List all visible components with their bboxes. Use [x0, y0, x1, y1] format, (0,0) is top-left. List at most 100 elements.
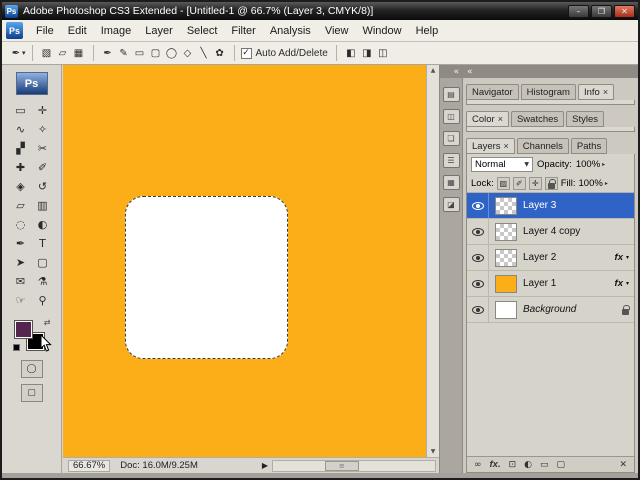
adjustment-layer-icon[interactable]: ◐ [524, 460, 532, 470]
quick-selection-tool[interactable]: ✧ [32, 120, 54, 139]
eyedropper-tool[interactable]: ⚗ [32, 272, 54, 291]
menu-layer[interactable]: Layer [138, 20, 180, 41]
layer-thumbnail[interactable] [495, 248, 517, 267]
menu-filter[interactable]: Filter [224, 20, 262, 41]
minimize-button[interactable]: – [568, 4, 589, 18]
layer-row-background[interactable]: Background [467, 297, 634, 323]
paths-button[interactable]: ▱ [55, 45, 71, 61]
spinner-arrow-icon[interactable]: ▸ [605, 180, 608, 187]
visibility-toggle[interactable] [467, 297, 489, 322]
layer-thumbnail[interactable] [495, 222, 517, 241]
scroll-down-icon[interactable]: ▼ [431, 448, 436, 455]
status-menu-arrow-icon[interactable]: ▶ [262, 461, 268, 470]
notes-tool[interactable]: ✉ [10, 272, 32, 291]
lasso-tool[interactable]: ∿ [10, 120, 32, 139]
dock-panel-icon[interactable]: ▦ [442, 175, 460, 190]
add-to-shape-button[interactable]: ◧ [343, 45, 359, 61]
menu-image[interactable]: Image [94, 20, 139, 41]
vertical-scrollbar[interactable]: ▲ ▼ [426, 65, 439, 457]
visibility-toggle[interactable] [467, 245, 489, 270]
tab-layers[interactable]: Layers × [466, 138, 515, 154]
chevron-down-icon[interactable]: ▾ [626, 254, 629, 261]
chevron-down-icon[interactable]: ▾ [626, 280, 629, 287]
new-group-icon[interactable]: ▭ [540, 460, 549, 470]
clone-stamp-tool[interactable]: ◈ [10, 177, 32, 196]
blend-mode-select[interactable]: Normal ▼ [471, 157, 533, 172]
menu-analysis[interactable]: Analysis [263, 20, 318, 41]
lock-transparency-icon[interactable]: ▨ [496, 177, 510, 190]
layer-row-layer-1[interactable]: Layer 1 fx ▾ [467, 271, 634, 297]
gradient-tool[interactable]: ▥ [32, 196, 54, 215]
healing-brush-tool[interactable]: ✚ [10, 158, 32, 177]
add-layer-mask-icon[interactable]: ⊡ [509, 460, 517, 470]
selection-rounded-rect[interactable] [125, 196, 288, 359]
layer-thumbnail[interactable] [495, 300, 517, 319]
menu-edit[interactable]: Edit [61, 20, 94, 41]
menu-window[interactable]: Window [355, 20, 408, 41]
rounded-rectangle-shape-button[interactable]: ▢ [148, 45, 164, 61]
eraser-tool[interactable]: ▱ [10, 196, 32, 215]
history-brush-tool[interactable]: ↺ [32, 177, 54, 196]
tab-styles[interactable]: Styles [566, 111, 605, 127]
dodge-tool[interactable]: ◐ [32, 215, 54, 234]
chevron-down-icon[interactable]: ▾ [22, 49, 26, 57]
fill-pixels-button[interactable]: ▦ [71, 45, 87, 61]
new-layer-icon[interactable]: ▢ [557, 460, 566, 470]
visibility-toggle[interactable] [467, 271, 489, 296]
path-selection-tool[interactable]: ➤ [10, 253, 32, 272]
pen-tool-button[interactable]: ✒ [100, 45, 116, 61]
custom-shape-button[interactable]: ✿ [212, 45, 228, 61]
dock-panel-icon[interactable]: ◫ [442, 109, 460, 124]
lock-position-icon[interactable]: ✛ [528, 177, 542, 190]
default-colors-icon[interactable] [12, 344, 20, 351]
horizontal-scrollbar[interactable]: ≡ [272, 459, 436, 472]
quick-mask-button[interactable]: ◯ [20, 360, 43, 378]
hand-tool[interactable]: ☞ [10, 291, 32, 310]
opacity-input[interactable]: 100% ▸ [576, 159, 605, 170]
close-icon[interactable]: × [603, 87, 608, 97]
spinner-arrow-icon[interactable]: ▸ [602, 161, 605, 168]
menu-view[interactable]: View [318, 20, 356, 41]
move-tool[interactable]: ✛ [32, 101, 54, 120]
dock-panel-icon[interactable]: ☰ [442, 153, 460, 168]
menu-help[interactable]: Help [409, 20, 446, 41]
pen-tool[interactable]: ✒ [10, 234, 32, 253]
layer-row-layer-3[interactable]: Layer 3 [467, 193, 634, 219]
foreground-color-swatch[interactable] [13, 320, 33, 339]
tab-navigator[interactable]: Navigator [466, 84, 519, 100]
close-icon[interactable]: × [498, 114, 503, 124]
menu-file[interactable]: File [29, 20, 61, 41]
close-button[interactable]: ✕ [614, 4, 635, 18]
type-tool[interactable]: T [32, 234, 54, 253]
link-layers-icon[interactable]: ∞ [474, 460, 482, 470]
rectangle-shape-button[interactable]: ▭ [132, 45, 148, 61]
tab-paths[interactable]: Paths [570, 138, 608, 154]
auto-add-delete-checkbox[interactable]: ✓ [240, 47, 252, 59]
add-layer-style-icon[interactable]: fx. [490, 459, 501, 470]
brush-tool[interactable]: ✐ [32, 158, 54, 177]
title-bar[interactable]: Ps Adobe Photoshop CS3 Extended - [Untit… [2, 2, 638, 20]
zoom-tool[interactable]: ⚲ [32, 291, 54, 310]
dock-panel-icon[interactable]: ▤ [442, 87, 460, 102]
layer-row-layer-2[interactable]: Layer 2 fx ▾ [467, 245, 634, 271]
slice-tool[interactable]: ✂ [32, 139, 54, 158]
layer-thumbnail[interactable] [495, 196, 517, 215]
dock-collapse-bar[interactable]: « [440, 65, 462, 78]
window-resize-edge[interactable] [2, 473, 638, 478]
lock-all-icon[interactable] [544, 177, 558, 190]
fill-input[interactable]: 100% ▸ [579, 178, 608, 189]
tab-info[interactable]: Info × [577, 84, 615, 100]
blur-tool[interactable]: ◌ [10, 215, 32, 234]
subtract-from-shape-button[interactable]: ◨ [359, 45, 375, 61]
visibility-toggle[interactable] [467, 219, 489, 244]
visibility-toggle[interactable] [467, 193, 489, 218]
dock-panel-icon[interactable]: ❏ [442, 131, 460, 146]
rectangular-marquee-tool[interactable]: ▭ [10, 101, 32, 120]
swap-colors-icon[interactable]: ⇄ [44, 318, 51, 327]
ellipse-shape-button[interactable]: ◯ [164, 45, 180, 61]
panels-collapse-bar[interactable]: « [463, 65, 638, 78]
tab-swatches[interactable]: Swatches [510, 111, 565, 127]
freeform-pen-button[interactable]: ✎ [116, 45, 132, 61]
layer-style-fx-icon[interactable]: fx [615, 252, 623, 263]
maximize-button[interactable]: ❐ [591, 4, 612, 18]
